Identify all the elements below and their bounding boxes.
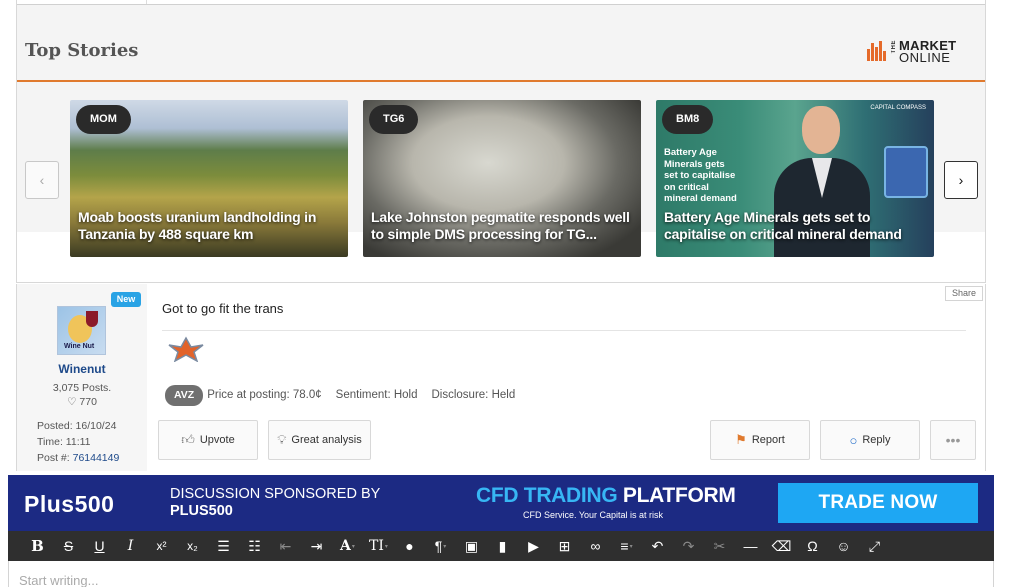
trade-now-button[interactable]: TRADE NOW <box>778 483 978 523</box>
video-icon[interactable]: ▶ <box>518 531 549 561</box>
carousel-prev-button[interactable]: ‹ <box>25 161 59 199</box>
disclosure: Disclosure: Held <box>431 389 516 401</box>
post-editor[interactable]: Start writing... <box>8 561 994 587</box>
plus500-logo: Plus500 <box>24 491 115 517</box>
align-icon[interactable]: ≡ ▾ <box>611 531 642 561</box>
lightbulb-icon: 💡︎ <box>277 432 287 447</box>
chevron-right-icon: › <box>958 172 964 188</box>
avatar-label: Wine Nut <box>64 343 95 350</box>
posted-time: Time: 11:11 <box>37 436 91 448</box>
carousel-next-button[interactable]: › <box>944 161 978 199</box>
emoji-icon[interactable]: ☺ <box>828 531 859 561</box>
image-icon[interactable]: ▣ <box>456 531 487 561</box>
redo-icon[interactable]: ↷ <box>673 531 704 561</box>
subscript-icon[interactable]: x₂ <box>177 531 208 561</box>
story-card[interactable]: TG6 Lake Johnston pegmatite responds wel… <box>363 100 641 257</box>
sponsor-line2: PLUS500 <box>170 503 233 519</box>
underline-icon[interactable]: U <box>84 531 115 561</box>
text-size-icon[interactable]: TI ▾ <box>363 531 394 561</box>
story-graphic <box>884 146 928 198</box>
story-card[interactable]: CAPITAL COMPASS Battery Age Minerals get… <box>656 100 934 257</box>
file-icon[interactable]: ▮ <box>487 531 518 561</box>
author-name[interactable]: Winenut <box>17 362 147 376</box>
link-icon[interactable]: ∞ <box>580 531 611 561</box>
more-options-button[interactable]: ••• <box>930 420 976 460</box>
post-body: Got to go fit the trans <box>162 301 284 316</box>
great-analysis-button[interactable]: 💡︎ Great analysis <box>268 420 371 460</box>
sponsor-headline: CFD TRADING PLATFORM <box>476 484 736 507</box>
bold-icon[interactable]: B <box>22 531 53 561</box>
forum-post: New Wine Nut Winenut 3,075 Posts. ♡ 770 … <box>16 284 986 471</box>
post-count: 3,075 Posts. <box>52 382 112 394</box>
page: Top Stories THE MARKET ONLINE ‹ MOM Moab… <box>0 0 1022 587</box>
post-divider <box>162 330 966 331</box>
ellipsis-icon: ••• <box>945 432 961 448</box>
top-stories-panel: Top Stories THE MARKET ONLINE ‹ MOM Moab… <box>16 0 986 283</box>
image-logo: CAPITAL COMPASS <box>870 105 926 111</box>
story-headline[interactable]: Lake Johnston pegmatite responds well to… <box>371 209 633 243</box>
horizontal-rule-icon[interactable]: ― <box>735 531 766 561</box>
share-button[interactable]: Share <box>944 286 983 301</box>
indent-icon[interactable]: ⇥ <box>301 531 332 561</box>
sponsor-line1: DISCUSSION SPONSORED BY <box>170 486 381 502</box>
stock-info-row: AVZ Price at posting: 78.0¢ Sentiment: H… <box>165 384 515 406</box>
outdent-icon[interactable]: ⇤ <box>270 531 301 561</box>
author-sidebar: New Wine Nut Winenut 3,075 Posts. ♡ 770 … <box>17 284 147 471</box>
report-button[interactable]: ⚑ Report <box>710 420 810 460</box>
clear-format-icon[interactable]: ⌫ <box>766 531 797 561</box>
upvote-button[interactable]: 👍︎ Upvote <box>158 420 258 460</box>
avatar[interactable]: Wine Nut <box>57 306 106 355</box>
sentiment: Sentiment: Hold <box>335 389 418 401</box>
achievement-star-icon <box>168 336 204 362</box>
bullet-list-icon[interactable]: ☰ <box>208 531 239 561</box>
font-family-icon[interactable]: A ▾ <box>332 531 363 561</box>
likes-count: ♡ 770 <box>67 396 97 408</box>
stock-code-badge[interactable]: TG6 <box>369 105 419 134</box>
posted-date: Posted: 16/10/24 <box>37 420 117 432</box>
reply-button[interactable]: ○ Reply <box>820 420 920 460</box>
chevron-left-icon: ‹ <box>39 172 45 188</box>
undo-icon[interactable]: ↶ <box>642 531 673 561</box>
strikethrough-icon[interactable]: S <box>53 531 84 561</box>
top-strip <box>17 0 985 5</box>
fullscreen-icon[interactable]: ⤢ <box>859 531 890 561</box>
stock-code-badge[interactable]: BM8 <box>662 105 714 134</box>
risk-disclaimer: CFD Service. Your Capital is at risk <box>523 510 664 520</box>
editor-toolbar: B S U I x² x₂ ☰ ☷ ⇤ ⇥ A ▾ TI ▾ ● ¶ ▾ ▣ ▮ ▶ … <box>8 531 994 561</box>
superscript-icon[interactable]: x² <box>146 531 177 561</box>
numbered-list-icon[interactable]: ☷ <box>239 531 270 561</box>
stock-code-badge[interactable]: MOM <box>76 105 131 134</box>
editor-placeholder: Start writing... <box>19 573 99 587</box>
text-color-icon[interactable]: ● <box>394 531 425 561</box>
italic-icon[interactable]: I <box>115 531 146 561</box>
stock-code-pill[interactable]: AVZ <box>165 384 204 406</box>
sponsor-banner[interactable]: Plus500 DISCUSSION SPONSORED BY PLUS500 … <box>8 475 994 531</box>
table-icon[interactable]: ⊞ <box>549 531 580 561</box>
logo-prefix: THE <box>891 40 897 54</box>
top-stories-title: Top Stories <box>25 40 139 61</box>
paragraph-icon[interactable]: ¶ ▾ <box>425 531 456 561</box>
image-caption: Battery Age Minerals gets set to capital… <box>664 147 737 204</box>
story-headline[interactable]: Moab boosts uranium landholding in Tanza… <box>78 209 340 243</box>
thumbs-up-icon: 👍︎ <box>181 432 195 447</box>
speech-bubble-icon: ○ <box>849 432 858 448</box>
story-card[interactable]: MOM Moab boosts uranium landholding in T… <box>70 100 348 257</box>
orange-divider <box>17 80 985 82</box>
the-market-online-logo[interactable]: THE MARKET ONLINE <box>867 38 979 65</box>
price-at-posting: Price at posting: 78.0¢ <box>207 389 322 401</box>
post-number: Post #: 76144149 <box>37 452 120 464</box>
lightbulb-icon: ♡ <box>67 396 77 408</box>
logo-bars-icon <box>867 41 889 61</box>
story-headline[interactable]: Battery Age Minerals gets set to capital… <box>664 209 926 243</box>
flag-icon: ⚑ <box>735 432 747 447</box>
logo-line2: ONLINE <box>899 50 951 65</box>
cut-icon[interactable]: ✂ <box>704 531 735 561</box>
new-badge: New <box>111 292 141 307</box>
special-char-icon[interactable]: Ω <box>797 531 828 561</box>
